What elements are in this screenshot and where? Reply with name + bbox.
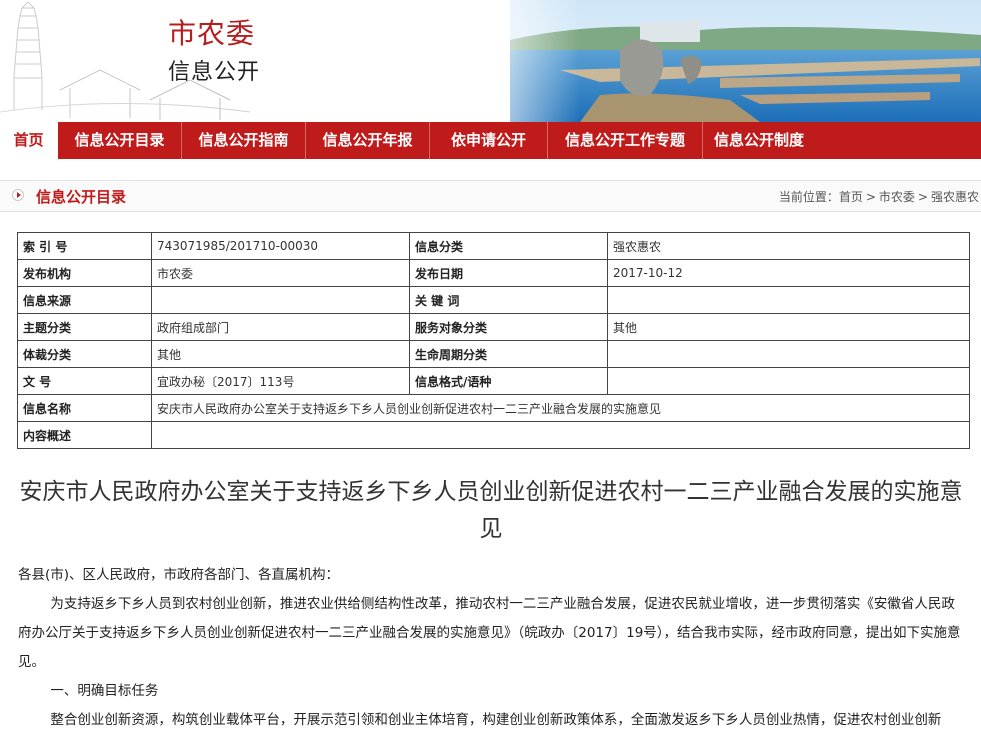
meta-key-topic: 主题分类 [17,313,152,341]
table-row: 主题分类 政府组成部门 服务对象分类 其他 [17,313,970,341]
meta-value-category: 强农惠农 [607,232,970,260]
meta-key-publisher: 发布机构 [17,259,152,287]
site-header: 市农委 信息公开 [0,0,981,122]
meta-key-audience: 服务对象分类 [409,313,608,341]
breadcrumb-agency[interactable]: 市农委 [879,190,915,204]
meta-value-doc-no: 宜政办秘〔2017〕113号 [151,367,410,395]
meta-key-source: 信息来源 [17,286,152,314]
nav-home[interactable]: 首页 [0,122,58,159]
breadcrumb-separator: > [917,190,928,204]
meta-key-format: 信息格式/语种 [409,367,608,395]
breadcrumb-category[interactable]: 强农惠农 [931,190,979,204]
meta-value-audience: 其他 [607,313,970,341]
meta-key-keywords: 关 键 词 [409,286,608,314]
meta-key-doc-no: 文 号 [17,367,152,395]
site-title: 市农委 [168,17,256,50]
meta-value-format [607,367,970,395]
meta-key-index-no: 索 引 号 [17,232,152,260]
article-title: 安庆市人民政府办公室关于支持返乡下乡人员创业创新促进农村一二三产业融合发展的实施… [19,479,963,542]
table-row: 信息名称 安庆市人民政府办公室关于支持返乡下乡人员创业创新促进农村一二三产业融合… [17,394,970,422]
section-title: 信息公开目录 [36,188,127,206]
meta-value-index-no: 743071985/201710-00030 [151,232,410,260]
meta-key-category: 信息分类 [409,232,608,260]
meta-value-info-name: 安庆市人民政府办公室关于支持返乡下乡人员创业创新促进农村一二三产业融合发展的实施… [151,394,970,422]
location-label: 当前位置： [778,190,839,204]
meta-value-publisher: 市农委 [151,259,410,287]
meta-value-publish-date: 2017-10-12 [607,259,970,287]
info-metadata-table: 索 引 号 743071985/201710-00030 信息分类 强农惠农 发… [17,232,970,449]
table-row: 内容概述 [17,421,970,449]
nav-info-catalog[interactable]: 信息公开目录 [58,122,182,159]
article-body: 各县(市)、区人民政府，市政府各部门、各直属机构： 为支持返乡下乡人员到农村创业… [18,561,968,735]
nav-special-topics[interactable]: 信息公开工作专题 [548,122,703,159]
table-row: 索 引 号 743071985/201710-00030 信息分类 强农惠农 [17,232,970,260]
nav-info-guide[interactable]: 信息公开指南 [182,122,306,159]
nav-apply-disclosure[interactable]: 依申请公开 [430,122,548,159]
meta-key-lifecycle: 生命周期分类 [409,340,608,368]
table-row: 文 号 宜政办秘〔2017〕113号 信息格式/语种 [17,367,970,395]
article-salutation: 各县(市)、区人民政府，市政府各部门、各直属机构： [18,567,340,583]
meta-key-publish-date: 发布日期 [409,259,608,287]
meta-value-summary [151,421,970,449]
nav-annual-report[interactable]: 信息公开年报 [306,122,430,159]
breadcrumb: 当前位置：首页 > 市农委 > 强农惠农 [779,188,979,205]
article-paragraph: 整合创业创新资源，构筑创业载体平台，开展示范引领和创业主体培育，构建创业创新政策… [50,712,942,728]
header-banner-image [0,0,981,122]
arrow-bullet-icon [12,189,24,201]
meta-value-topic: 政府组成部门 [151,313,410,341]
main-nav: 首页 信息公开目录 信息公开指南 信息公开年报 依申请公开 信息公开工作专题 信… [0,122,981,159]
breadcrumb-home[interactable]: 首页 [839,190,863,204]
site-subtitle: 信息公开 [168,60,261,85]
table-row: 发布机构 市农委 发布日期 2017-10-12 [17,259,970,287]
table-row: 信息来源 关 键 词 [17,286,970,314]
breadcrumb-bar: 信息公开目录 当前位置：首页 > 市农委 > 强农惠农 [0,180,981,212]
meta-key-summary: 内容概述 [17,421,152,449]
nav-disclosure-system[interactable]: 信息公开制度 [703,122,815,159]
table-row: 体裁分类 其他 生命周期分类 [17,340,970,368]
meta-key-genre: 体裁分类 [17,340,152,368]
meta-value-lifecycle [607,340,970,368]
meta-value-genre: 其他 [151,340,410,368]
meta-value-keywords [607,286,970,314]
breadcrumb-separator: > [865,190,876,204]
article-section-heading: 一、明确目标任务 [50,683,159,699]
article-paragraph: 为支持返乡下乡人员到农村创业创新，推进农业供给侧结构性改革，推动农村一二三产业融… [18,596,961,670]
meta-key-info-name: 信息名称 [17,394,152,422]
meta-value-source [151,286,410,314]
